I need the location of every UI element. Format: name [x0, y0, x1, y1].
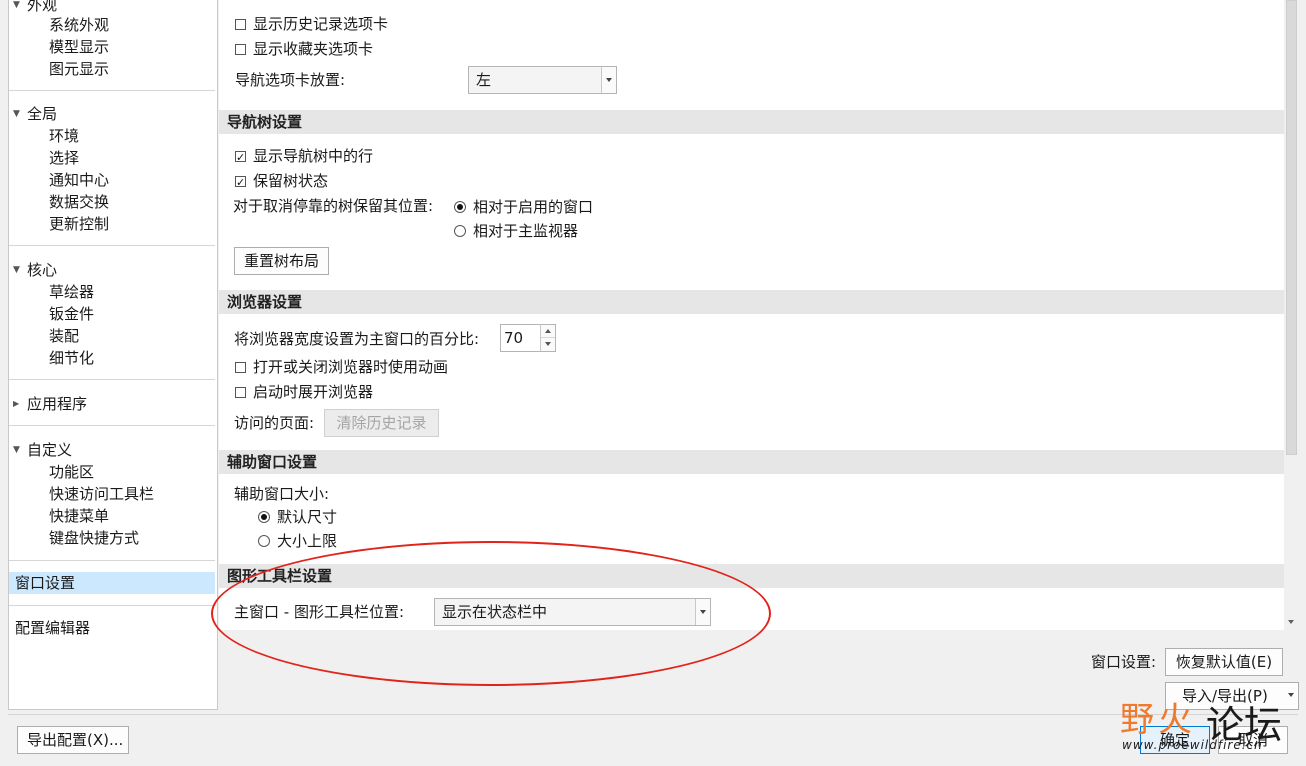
expand-arrow-icon[interactable]: ▼ — [13, 439, 20, 461]
footer-divider — [8, 714, 1298, 715]
checkbox-box[interactable] — [235, 387, 246, 398]
nav-divider — [9, 425, 215, 426]
checkbox-box-checked[interactable] — [235, 147, 246, 169]
spinner-value: 70 — [504, 329, 524, 347]
nav-divider — [9, 379, 215, 380]
checkbox-box[interactable] — [235, 362, 246, 373]
browser-width-spinner[interactable]: 70 — [500, 324, 556, 352]
nav-item-quick-access-toolbar[interactable]: 快速访问工具栏 — [49, 483, 154, 505]
nav-item-environment[interactable]: 环境 — [49, 125, 79, 147]
checkbox-box-checked[interactable] — [235, 172, 246, 194]
aux-window-size-label: 辅助窗口大小: — [234, 485, 330, 503]
nav-item-ribbon[interactable]: 功能区 — [49, 461, 94, 483]
show-tree-rows-checkbox[interactable]: 显示导航树中的行 — [235, 145, 374, 169]
window-settings-panel: 显示历史记录选项卡 显示收藏夹选项卡 导航选项卡放置: 左 导航树设置 显示导航… — [219, 0, 1284, 630]
nav-item-detailing[interactable]: 细节化 — [49, 347, 94, 369]
section-header-nav-tree: 导航树设置 — [219, 110, 1284, 134]
nav-item-entity-display[interactable]: 图元显示 — [49, 58, 109, 80]
graphics-toolbar-position-dropdown[interactable]: 显示在状态栏中 — [434, 598, 711, 626]
settings-nav-tree: ▼ 外观 系统外观 模型显示 图元显示 ▼ 全局 环境 选择 通知中心 数据交换… — [8, 0, 218, 710]
checkbox-box[interactable] — [235, 44, 246, 55]
nav-item-update-control[interactable]: 更新控制 — [49, 213, 109, 235]
nav-item-shortcut-menus[interactable]: 快捷菜单 — [49, 505, 109, 527]
radio-default-size[interactable]: 默认尺寸 — [258, 506, 337, 528]
undock-position-label: 对于取消停靠的树保留其位置: — [233, 197, 434, 215]
chevron-down-icon[interactable] — [695, 599, 710, 625]
dropdown-value: 左 — [476, 71, 492, 89]
radio-relative-active-window[interactable]: 相对于启用的窗口 — [454, 196, 593, 218]
radio-relative-main-monitor[interactable]: 相对于主监视器 — [454, 220, 578, 242]
expand-arrow-icon[interactable]: ▼ — [13, 0, 20, 16]
radio-label: 大小上限 — [277, 532, 338, 550]
checkbox-label: 显示收藏夹选项卡 — [253, 40, 374, 58]
graphics-toolbar-position-label: 主窗口 - 图形工具栏位置: — [234, 603, 405, 621]
checkbox-label: 打开或关闭浏览器时使用动画 — [253, 358, 449, 376]
nav-item-system-appearance[interactable]: 系统外观 — [49, 14, 109, 36]
expand-browser-on-start-checkbox[interactable]: 启动时展开浏览器 — [235, 381, 373, 403]
restore-defaults-button[interactable]: 恢复默认值(E) — [1165, 648, 1283, 676]
nav-item-config-editor[interactable]: 配置编辑器 — [15, 617, 90, 639]
nav-item-model-display[interactable]: 模型显示 — [49, 36, 109, 58]
section-header-aux-window: 辅助窗口设置 — [219, 450, 1284, 474]
nav-divider — [9, 90, 215, 91]
nav-divider — [9, 245, 215, 246]
radio-label: 相对于启用的窗口 — [473, 198, 594, 216]
nav-item-notification-center[interactable]: 通知中心 — [49, 169, 109, 191]
expand-arrow-icon[interactable]: ▼ — [13, 259, 20, 281]
nav-item-assembly[interactable]: 装配 — [49, 325, 79, 347]
nav-divider — [9, 605, 215, 606]
chevron-down-icon[interactable] — [601, 67, 616, 93]
checkbox-label: 保留树状态 — [253, 172, 329, 190]
nav-tab-position-dropdown[interactable]: 左 — [468, 66, 617, 94]
radio-button-selected[interactable] — [454, 201, 466, 213]
visited-pages-label: 访问的页面: — [234, 414, 315, 432]
expand-arrow-icon[interactable]: ▼ — [13, 103, 20, 125]
show-history-tab-checkbox[interactable]: 显示历史记录选项卡 — [235, 13, 388, 35]
nav-group-label: 应用程序 — [27, 395, 88, 413]
radio-button-selected[interactable] — [258, 511, 270, 523]
radio-button[interactable] — [258, 535, 270, 547]
keep-tree-state-checkbox[interactable]: 保留树状态 — [235, 170, 329, 194]
section-header-graphics-toolbar: 图形工具栏设置 — [219, 564, 1284, 588]
nav-group-label: 全局 — [27, 105, 58, 123]
scroll-down-arrow-icon[interactable] — [1284, 615, 1299, 630]
nav-group-label: 自定义 — [27, 441, 73, 459]
nav-item-data-exchange[interactable]: 数据交换 — [49, 191, 109, 213]
scrollbar-thumb[interactable] — [1286, 0, 1297, 455]
collapse-arrow-icon[interactable]: ▶ — [13, 393, 19, 415]
button-label: 导入/导出(P) — [1182, 687, 1268, 705]
radio-button[interactable] — [454, 225, 466, 237]
checkbox-label: 显示导航树中的行 — [253, 147, 374, 165]
radio-label: 默认尺寸 — [277, 508, 338, 526]
nav-item-selection[interactable]: 选择 — [49, 147, 79, 169]
nav-divider — [9, 560, 215, 561]
browser-width-label: 将浏览器宽度设置为主窗口的百分比: — [234, 330, 480, 348]
nav-item-window-settings[interactable]: 窗口设置 — [9, 572, 215, 594]
radio-label: 相对于主监视器 — [473, 222, 579, 240]
nav-tab-position-label: 导航选项卡放置: — [235, 71, 346, 89]
clear-history-button[interactable]: 清除历史记录 — [324, 409, 439, 437]
checkbox-box[interactable] — [235, 19, 246, 30]
ok-button[interactable]: 确定 — [1140, 726, 1210, 754]
export-config-button[interactable]: 导出配置(X)... — [17, 726, 129, 754]
window-settings-footer-label: 窗口设置: — [1091, 653, 1157, 671]
cancel-button[interactable]: 取消 — [1218, 726, 1288, 754]
browser-animation-checkbox[interactable]: 打开或关闭浏览器时使用动画 — [235, 356, 448, 378]
reset-tree-layout-button[interactable]: 重置树布局 — [234, 247, 330, 275]
radio-max-size[interactable]: 大小上限 — [258, 530, 337, 552]
nav-item-keyboard-shortcuts[interactable]: 键盘快捷方式 — [49, 527, 139, 549]
checkbox-label: 显示历史记录选项卡 — [253, 15, 389, 33]
chevron-down-icon[interactable] — [1288, 693, 1294, 697]
nav-group-label: 核心 — [27, 261, 58, 279]
section-header-browser: 浏览器设置 — [219, 290, 1284, 314]
import-export-button[interactable]: 导入/导出(P) — [1165, 682, 1299, 710]
checkbox-label: 启动时展开浏览器 — [253, 383, 374, 401]
panel-scrollbar[interactable] — [1284, 0, 1299, 630]
spinner-down-icon[interactable] — [540, 338, 555, 351]
dropdown-value: 显示在状态栏中 — [442, 603, 548, 621]
nav-item-sheetmetal[interactable]: 钣金件 — [49, 303, 94, 325]
spinner-up-icon[interactable] — [540, 325, 555, 338]
show-favorites-tab-checkbox[interactable]: 显示收藏夹选项卡 — [235, 38, 373, 60]
nav-item-sketcher[interactable]: 草绘器 — [49, 281, 94, 303]
